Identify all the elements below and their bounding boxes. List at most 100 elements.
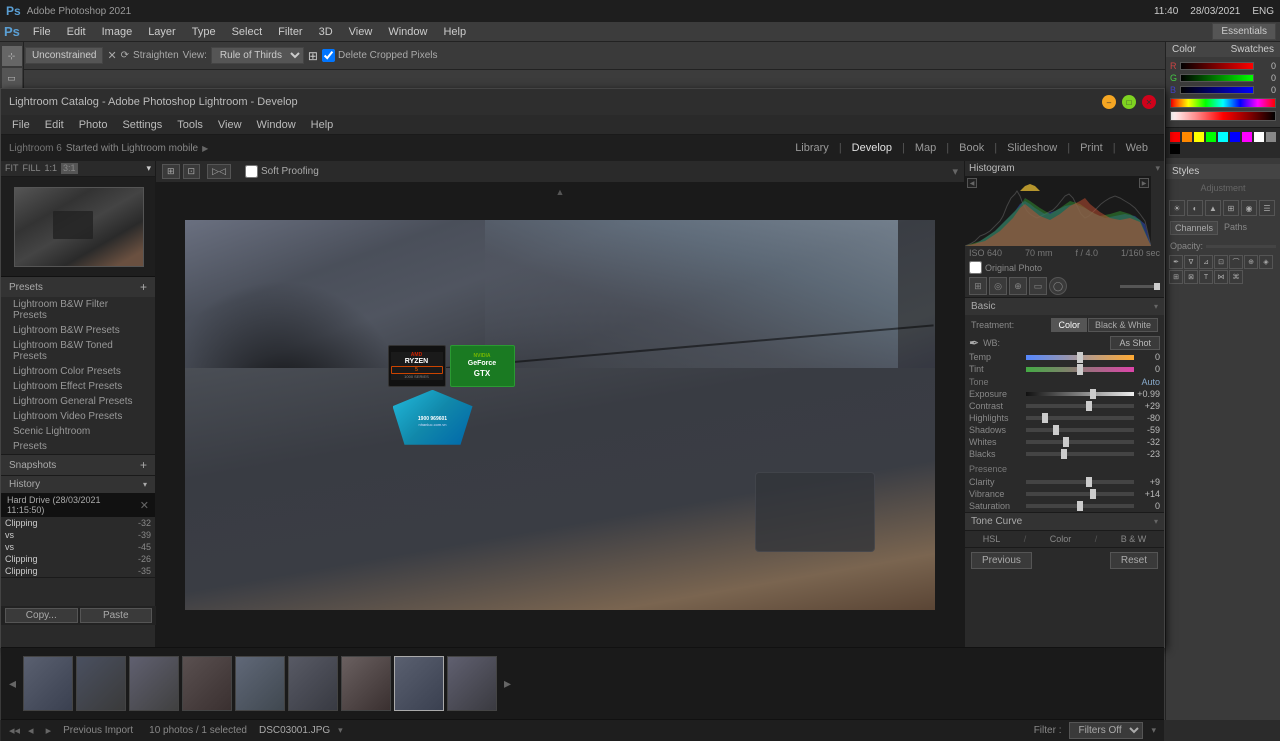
nav-collapse[interactable]: ▾ (146, 163, 151, 174)
lr-image-display[interactable]: ▲ (156, 183, 964, 647)
lr-close-button[interactable]: ✕ (1142, 95, 1156, 109)
paint-tool-7[interactable]: ◈ (1259, 255, 1273, 269)
snapshots-add[interactable]: + (140, 458, 147, 472)
filmstrip-thumb-8[interactable] (394, 656, 444, 711)
highlights-thumb[interactable] (1042, 413, 1048, 423)
paths-tab[interactable]: Paths (1220, 221, 1251, 235)
history-item-3[interactable]: vs-45 (1, 541, 155, 553)
swatch-black[interactable] (1170, 144, 1180, 154)
preset-general[interactable]: Lightroom General Presets (1, 394, 155, 409)
history-collapse[interactable]: ▾ (143, 480, 147, 489)
hsl-btn[interactable]: HSL (983, 534, 1001, 544)
filmstrip-thumb-9[interactable] (447, 656, 497, 711)
presets-header[interactable]: Presets + (1, 277, 155, 297)
filename-arrow[interactable]: ▾ (338, 725, 343, 736)
filter-select[interactable]: Filters Off (1069, 722, 1143, 739)
soft-proofing-checkbox[interactable] (245, 165, 258, 178)
history-item-1[interactable]: Clipping-32 (1, 517, 155, 529)
highlight-clip-indicator[interactable]: ▶ (1139, 178, 1149, 188)
preset-video[interactable]: Lightroom Video Presets (1, 409, 155, 424)
r-gradient[interactable] (1180, 62, 1254, 70)
nav-fill-btn[interactable]: FILL (23, 163, 41, 174)
preset-scenic[interactable]: Scenic Lightroom (1, 424, 155, 439)
nav-1-1-btn[interactable]: 1:1 (45, 163, 58, 174)
nav-fit-btn[interactable]: FIT (5, 163, 19, 174)
saturation-thumb[interactable] (1077, 501, 1083, 511)
compare-button[interactable]: ▷◁ (207, 164, 231, 179)
swatch-yellow[interactable] (1194, 132, 1204, 142)
nav-prev-btn[interactable]: ◂ (28, 724, 34, 737)
delete-cropped-checkbox[interactable] (322, 49, 335, 62)
previous-button[interactable]: Previous (971, 552, 1032, 569)
adj-icon-6[interactable]: ☰ (1259, 200, 1275, 216)
lr-menu-photo[interactable]: Photo (72, 117, 115, 133)
lr-nav-library[interactable]: Library (787, 139, 837, 157)
lr-minimize-button[interactable]: – (1102, 95, 1116, 109)
history-header[interactable]: History ▾ (1, 476, 155, 493)
tone-auto-btn[interactable]: Auto (1141, 377, 1160, 387)
blacks-slider-track[interactable] (1026, 452, 1134, 456)
lr-maximize-button[interactable]: □ (1122, 95, 1136, 109)
filmstrip-thumb-4[interactable] (182, 656, 232, 711)
bw-treatment-btn[interactable]: Black & White (1088, 318, 1158, 332)
lr-menu-edit[interactable]: Edit (38, 117, 71, 133)
vibrance-thumb[interactable] (1090, 489, 1096, 499)
ps-menu-image[interactable]: Image (95, 24, 140, 40)
swatch-green[interactable] (1206, 132, 1216, 142)
history-item-4[interactable]: Clipping-26 (1, 553, 155, 565)
snapshots-header[interactable]: Snapshots + (1, 455, 155, 475)
histogram-collapse[interactable]: ▾ (1155, 163, 1160, 174)
ps-menu-help[interactable]: Help (436, 24, 473, 40)
swatch-blue[interactable] (1230, 132, 1240, 142)
paint-tool-11[interactable]: ⋈ (1214, 270, 1228, 284)
tool-slider-track[interactable] (1120, 285, 1160, 288)
filmstrip-thumb-1[interactable] (23, 656, 73, 711)
preset-bw[interactable]: Lightroom B&W Presets (1, 323, 155, 338)
lr-sync-text[interactable]: Started with Lightroom mobile (66, 143, 198, 154)
preset-color[interactable]: Lightroom Color Presets (1, 364, 155, 379)
filmstrip-prev-arrow[interactable]: ◂ (9, 675, 16, 692)
ps-menu-layer[interactable]: Layer (141, 24, 183, 40)
ps-menu-select[interactable]: Select (225, 24, 270, 40)
preset-bw-filter[interactable]: Lightroom B&W Filter Presets (1, 297, 155, 323)
blacks-thumb[interactable] (1061, 449, 1067, 459)
adj-icon-3[interactable]: ▲ (1205, 200, 1221, 216)
swatch-orange[interactable] (1182, 132, 1192, 142)
paint-tool-4[interactable]: ⊡ (1214, 255, 1228, 269)
shadows-thumb[interactable] (1053, 425, 1059, 435)
tint-slider-thumb[interactable] (1077, 364, 1083, 375)
saturation-slider-track[interactable] (1026, 504, 1134, 508)
preset-effect[interactable]: Lightroom Effect Presets (1, 379, 155, 394)
swatch-cyan[interactable] (1218, 132, 1228, 142)
paint-tool-3[interactable]: ⊿ (1199, 255, 1213, 269)
filmstrip-thumb-7[interactable] (341, 656, 391, 711)
lr-menu-settings[interactable]: Settings (115, 117, 169, 133)
lr-nav-map[interactable]: Map (907, 139, 944, 157)
highlights-slider-track[interactable] (1026, 416, 1134, 420)
paint-tool-9[interactable]: ⊠ (1184, 270, 1198, 284)
clarity-thumb[interactable] (1086, 477, 1092, 487)
shadow-clip-indicator[interactable]: ◀ (967, 178, 977, 188)
ps-menu-3d[interactable]: 3D (312, 24, 340, 40)
preset-bw-toned[interactable]: Lightroom B&W Toned Presets (1, 338, 155, 364)
whites-slider-track[interactable] (1026, 440, 1134, 444)
contrast-slider-track[interactable] (1026, 404, 1134, 408)
ps-menu-filter[interactable]: Filter (271, 24, 309, 40)
nav-right-btn[interactable]: ▸ (46, 724, 52, 737)
lr-nav-print[interactable]: Print (1072, 139, 1111, 157)
adj-icon-4[interactable]: ⊞ (1223, 200, 1239, 216)
ps-menu-window[interactable]: Window (381, 24, 434, 40)
shadows-slider-track[interactable] (1026, 428, 1134, 432)
loupe-view-button[interactable]: ⊡ (183, 164, 201, 179)
radial-filter-tool[interactable]: ◯ (1049, 277, 1067, 295)
gradient-filter-tool[interactable]: ▭ (1029, 277, 1047, 295)
tint-slider-track[interactable] (1026, 367, 1134, 372)
temp-slider-thumb[interactable] (1077, 352, 1083, 363)
redeye-tool[interactable]: ⊕ (1009, 277, 1027, 295)
adj-icon-5[interactable]: ◉ (1241, 200, 1257, 216)
preset-custom[interactable]: Presets (1, 439, 155, 454)
copy-button[interactable]: Copy... (5, 608, 78, 623)
nav-3-1-btn[interactable]: 3:1 (61, 163, 78, 174)
adj-icon-1[interactable]: ☀ (1169, 200, 1185, 216)
color-btn[interactable]: Color (1050, 534, 1072, 544)
